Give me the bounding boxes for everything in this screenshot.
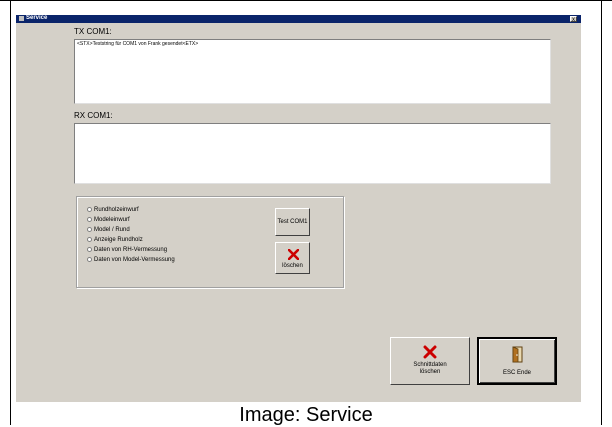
- delete-icon: [288, 249, 299, 260]
- loeschen-button[interactable]: löschen: [275, 242, 310, 274]
- loeschen-label: löschen: [282, 263, 303, 269]
- tx-textbox[interactable]: <STX>Teststring für COM1 von Frank gesen…: [74, 39, 551, 104]
- rx-label: RX COM1:: [74, 111, 113, 120]
- radio-daten-rh-vermessung[interactable]: Daten von RH-Vermessung: [87, 247, 167, 256]
- radio-rundholzeinwurf[interactable]: Rundholzeinwurf: [87, 207, 139, 216]
- mode-group: Rundholzeinwurf Modeleinwurf Model / Run…: [76, 196, 344, 288]
- test-com1-button[interactable]: Test COM1: [275, 208, 310, 236]
- rx-textbox[interactable]: [74, 123, 551, 184]
- radio-model-rund[interactable]: Model / Rund: [87, 227, 130, 236]
- image-caption: Image: Service: [239, 404, 373, 426]
- radio-button[interactable]: [87, 247, 92, 252]
- delete-icon: [423, 345, 437, 359]
- test-com1-label: Test COM1: [277, 219, 308, 225]
- exit-door-icon: [512, 346, 523, 363]
- frame-border-left: [10, 0, 11, 425]
- radio-label: Anzeige Rundholz: [94, 237, 143, 244]
- radio-label: Modeleinwurf: [94, 217, 130, 224]
- close-button[interactable]: x: [570, 16, 577, 23]
- radio-label: Model / Rund: [94, 227, 130, 234]
- radio-button[interactable]: [87, 237, 92, 242]
- radio-button[interactable]: [87, 227, 92, 232]
- frame-border-top: [0, 0, 612, 1]
- schnittdaten-label-line2: löschen: [419, 369, 441, 375]
- esc-ende-button[interactable]: ESC Ende: [477, 337, 557, 385]
- app-icon: [19, 16, 24, 21]
- service-window: Service x TX COM1: <STX>Teststring für C…: [16, 15, 581, 402]
- radio-button[interactable]: [87, 217, 92, 222]
- radio-daten-model-vermessung[interactable]: Daten von Model-Vermessung: [87, 257, 175, 266]
- radio-modeleinwurf[interactable]: Modeleinwurf: [87, 217, 130, 226]
- radio-label: Rundholzeinwurf: [94, 207, 139, 214]
- tx-label: TX COM1:: [74, 27, 112, 36]
- radio-button[interactable]: [87, 207, 92, 212]
- title-bar[interactable]: Service x: [16, 15, 581, 23]
- frame-border-right: [601, 0, 602, 425]
- radio-label: Daten von RH-Vermessung: [94, 247, 168, 254]
- window-title: Service: [26, 15, 48, 21]
- tx-value: <STX>Teststring für COM1 von Frank gesen…: [77, 41, 199, 47]
- esc-ende-label: ESC Ende: [502, 370, 532, 376]
- schnittdaten-label-line1: Schnittdaten: [413, 362, 447, 368]
- schnittdaten-loeschen-button[interactable]: Schnittdaten löschen: [390, 337, 470, 385]
- radio-label: Daten von Model-Vermessung: [94, 257, 175, 264]
- radio-button[interactable]: [87, 257, 92, 262]
- radio-anzeige-rundholz[interactable]: Anzeige Rundholz: [87, 237, 143, 246]
